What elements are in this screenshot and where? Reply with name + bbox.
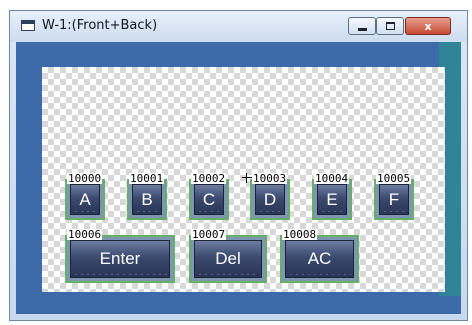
key-button-ac[interactable]: 10008 AC: [280, 229, 359, 283]
key-id-label: 10000: [67, 172, 103, 185]
close-button[interactable]: x: [405, 17, 451, 35]
key-label: Del: [215, 249, 241, 268]
maximize-button[interactable]: [376, 17, 404, 35]
key-button-enter[interactable]: 10006 Enter: [65, 229, 175, 283]
key-face: F: [379, 184, 409, 215]
key-label: B: [141, 189, 153, 209]
key-id-label: 10007: [191, 228, 227, 241]
key-face: C: [194, 184, 224, 215]
crosshair-cursor-icon: [242, 173, 252, 183]
key-button-d[interactable]: 10003 D: [250, 173, 290, 220]
key-face: D: [255, 184, 285, 215]
key-button-b[interactable]: 10001 B: [127, 173, 167, 220]
key-button-f[interactable]: 10005 F: [374, 173, 414, 220]
key-id-label: 10001: [129, 172, 165, 185]
window-title: W-1:(Front+Back): [42, 18, 158, 33]
key-id-label: 10003: [252, 172, 288, 185]
key-button-del[interactable]: 10007 Del: [189, 229, 267, 283]
title-bar[interactable]: W-1:(Front+Back) x: [10, 11, 467, 42]
window-icon: [21, 20, 35, 31]
maximize-icon: [385, 22, 395, 30]
app-window: W-1:(Front+Back) x 10000 A 10001 B 10002…: [9, 10, 468, 321]
key-button-e[interactable]: 10004 E: [312, 173, 352, 220]
key-face: B: [132, 184, 162, 215]
key-button-c[interactable]: 10002 C: [189, 173, 229, 220]
key-face: E: [317, 184, 347, 215]
close-icon: x: [424, 19, 432, 33]
key-face: Enter: [70, 240, 170, 278]
key-id-label: 10004: [314, 172, 350, 185]
key-label: E: [326, 189, 338, 209]
key-label: F: [388, 189, 400, 209]
key-id-label: 10006: [67, 228, 103, 241]
key-face: AC: [285, 240, 354, 278]
key-id-label: 10005: [376, 172, 412, 185]
key-label: AC: [307, 249, 332, 268]
minimize-button[interactable]: [348, 17, 376, 35]
key-id-label: 10008: [282, 228, 318, 241]
key-face: Del: [194, 240, 262, 278]
key-label: C: [202, 189, 216, 209]
key-label: A: [79, 189, 91, 209]
key-label: D: [263, 189, 277, 209]
window-client-area: 10000 A 10001 B 10002 C 10003 D 10004 E …: [16, 42, 461, 314]
minimize-icon: [357, 27, 367, 31]
key-button-a[interactable]: 10000 A: [65, 173, 105, 220]
key-label: Enter: [99, 249, 141, 268]
client-bottom-band: [16, 296, 461, 314]
key-id-label: 10002: [191, 172, 227, 185]
key-face: A: [70, 184, 100, 215]
